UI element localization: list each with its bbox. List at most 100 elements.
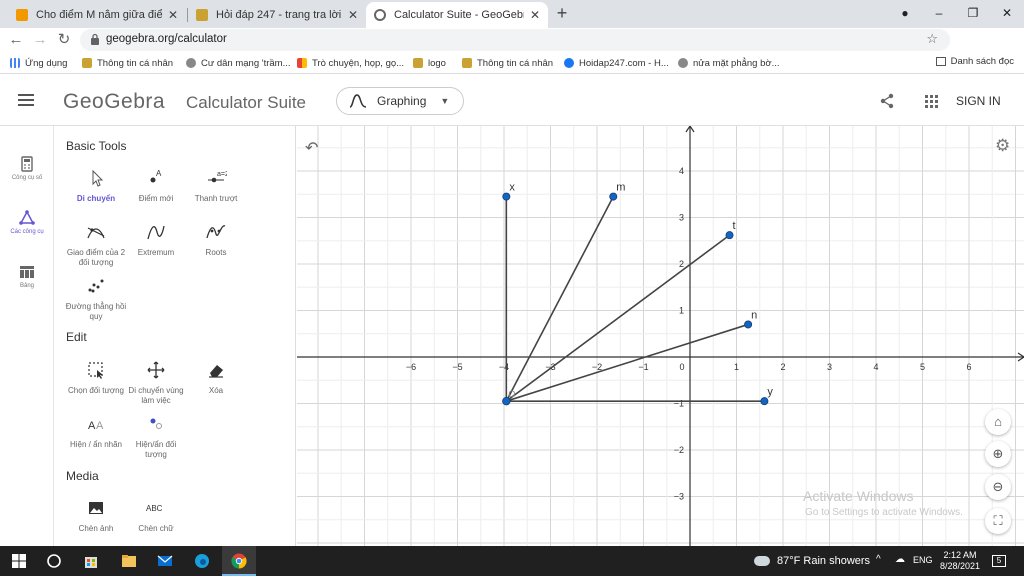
basic-tools-heading: Basic Tools: [66, 139, 127, 153]
store-icon[interactable]: [82, 552, 100, 570]
move-icon: [92, 169, 104, 187]
browser-tab-strip: Cho điểm M nằm giữa điểm N và ✕ Hỏi đáp …: [0, 0, 1024, 28]
forward-arrow-icon[interactable]: →: [30, 30, 50, 50]
tool-show-hide-label[interactable]: AA Hiện / ẩn nhãn: [64, 414, 128, 450]
language-indicator[interactable]: ENG: [913, 555, 933, 565]
tool-label: Giao điểm của 2 đối tượng: [66, 248, 126, 267]
hamburger-menu-icon[interactable]: [18, 94, 34, 106]
tool-text[interactable]: ABC Chèn chữ: [124, 498, 188, 534]
bookmark-item[interactable]: Thông tin cá nhân: [82, 55, 173, 71]
tool-slider[interactable]: a=2 Thanh trượt: [184, 168, 248, 204]
tool-label: Roots: [205, 248, 227, 257]
app-picker-dropdown[interactable]: Graphing ▼: [336, 87, 464, 115]
bookmark-apps[interactable]: Ứng dụng: [10, 55, 67, 71]
network-icon[interactable]: ☁: [895, 554, 905, 565]
home-button[interactable]: ⌂: [985, 409, 1011, 435]
x-tick-label: 4: [873, 362, 878, 372]
minimize-button[interactable]: –: [922, 0, 956, 26]
bookmark-item[interactable]: Cư dân mạng 'trầm...: [186, 55, 291, 71]
bookmark-item[interactable]: logo: [413, 55, 446, 71]
bookmark-label: Hoidap247.com - H...: [579, 57, 669, 69]
bookmark-item[interactable]: Trò chuyện, họp, gọ...: [297, 55, 404, 71]
tray-caret-icon[interactable]: ^: [876, 554, 881, 565]
tool-intersect[interactable]: Giao điểm của 2 đối tượng: [64, 222, 128, 268]
url-text: geogebra.org/calculator: [106, 33, 227, 45]
geogebra-logo: GeoGebra: [63, 90, 166, 113]
bookmark-star-icon[interactable]: ☆: [926, 31, 938, 47]
reload-icon[interactable]: ↻: [54, 30, 74, 50]
tab-favicon-icon: [16, 9, 28, 21]
new-tab-button[interactable]: +: [552, 3, 572, 23]
chrome-extension-icon[interactable]: ●: [888, 0, 922, 26]
y-tick-label: 3: [679, 213, 684, 223]
tool-select[interactable]: Chọn đối tượng: [64, 360, 128, 396]
weather-widget[interactable]: 87°F Rain showers: [754, 555, 870, 567]
notification-icon[interactable]: 5: [990, 552, 1008, 570]
tool-extremum[interactable]: Extremum: [124, 222, 188, 258]
tab-favicon-icon: [196, 9, 208, 21]
close-window-button[interactable]: ✕: [990, 0, 1024, 26]
tab-close-icon[interactable]: ✕: [168, 8, 178, 22]
y-tick-label: 2: [679, 259, 684, 269]
edge-icon[interactable]: [193, 552, 211, 570]
activate-windows-subtitle: Go to Settings to activate Windows.: [805, 507, 963, 518]
url-field[interactable]: geogebra.org/calculator ☆: [80, 29, 950, 51]
zoom-out-button[interactable]: ⊖: [985, 474, 1011, 500]
reading-list-icon: [935, 57, 946, 66]
tab-close-icon[interactable]: ✕: [530, 8, 540, 22]
maximize-button[interactable]: ❐: [956, 0, 990, 26]
search-circle-icon[interactable]: [45, 552, 63, 570]
x-tick-label: 0: [679, 362, 684, 372]
share-icon[interactable]: [879, 93, 895, 109]
browser-tab[interactable]: Cho điểm M nằm giữa điểm N và ✕: [8, 2, 186, 28]
tool-move[interactable]: Di chuyển: [64, 168, 128, 204]
zoom-in-button[interactable]: ⊕: [985, 441, 1011, 467]
nav-label: Các công cụ: [10, 229, 44, 235]
graphing-app-icon: [349, 94, 367, 108]
x-tick-label: 2: [780, 362, 785, 372]
bookmark-item[interactable]: Hoidap247.com - H...: [564, 55, 669, 71]
svg-text:A: A: [88, 420, 96, 432]
bookmark-item[interactable]: nửa mặt phẳng bờ...: [678, 55, 780, 71]
tab-close-icon[interactable]: ✕: [348, 8, 358, 22]
svg-text:ABC: ABC: [146, 504, 163, 513]
mail-icon[interactable]: [156, 552, 174, 570]
tool-image[interactable]: Chèn ảnh: [64, 498, 128, 534]
tool-regression[interactable]: Đường thẳng hồi quy: [64, 276, 128, 322]
clock-time: 2:12 AM: [943, 550, 977, 560]
bookmark-item[interactable]: Thông tin cá nhân: [462, 55, 553, 71]
browser-tab-active[interactable]: Calculator Suite - GeoGebra ✕: [366, 2, 548, 28]
x-tick-label: 5: [920, 362, 925, 372]
nav-table[interactable]: Bảng: [0, 264, 54, 289]
file-explorer-icon[interactable]: [120, 552, 138, 570]
apps-grid-icon[interactable]: [925, 95, 938, 108]
bookmark-label: logo: [428, 57, 446, 69]
bookmark-favicon-icon: [462, 58, 472, 68]
settings-gear-icon[interactable]: ⚙: [995, 136, 1010, 156]
clock-date: 8/28/2021: [939, 561, 981, 571]
graphics-view[interactable]: −6 −5 −4 −3 −2 −1 0 1 2 3 4 5 6 4 3 2 1 −1 −2 −3 x m t n y O ↶ ⚙ …: [297, 126, 1024, 546]
tool-pan[interactable]: Di chuyển vùng làm việc: [124, 360, 188, 406]
graph-canvas[interactable]: −6 −5 −4 −3 −2 −1 0 1 2 3 4 5 64321−1−2−3x mtnyO: [297, 126, 1024, 546]
edit-heading: Edit: [66, 330, 87, 344]
tool-show-hide-object[interactable]: Hiện/ẩn đối tượng: [124, 414, 188, 460]
point-icon: A: [150, 169, 162, 183]
x-tick-label: 1: [734, 362, 739, 372]
tool-roots[interactable]: Roots: [184, 222, 248, 258]
tool-label: Extremum: [137, 248, 175, 257]
sign-in-button[interactable]: SIGN IN: [956, 94, 1001, 108]
fullscreen-button[interactable]: ⛶: [985, 508, 1011, 534]
back-arrow-icon[interactable]: ←: [6, 30, 26, 50]
tool-delete[interactable]: Xóa: [184, 360, 248, 396]
bookmark-label: Ứng dụng: [25, 57, 68, 69]
undo-icon[interactable]: ↶: [305, 138, 318, 158]
browser-tab[interactable]: Hỏi đáp 247 - trang tra lời ✕: [188, 2, 366, 28]
nav-algebra[interactable]: Công cụ số: [0, 156, 54, 181]
nav-tools[interactable]: Các công cụ: [0, 210, 54, 235]
tab-label: Calculator Suite - GeoGebra: [394, 9, 524, 21]
tool-point[interactable]: A Điểm mới: [124, 168, 188, 204]
reading-list[interactable]: Danh sách đọc: [935, 56, 1014, 67]
windows-start-icon[interactable]: [10, 552, 28, 570]
chrome-taskbar-button[interactable]: [222, 546, 256, 576]
taskbar-clock[interactable]: 2:12 AM 8/28/2021: [938, 550, 982, 572]
